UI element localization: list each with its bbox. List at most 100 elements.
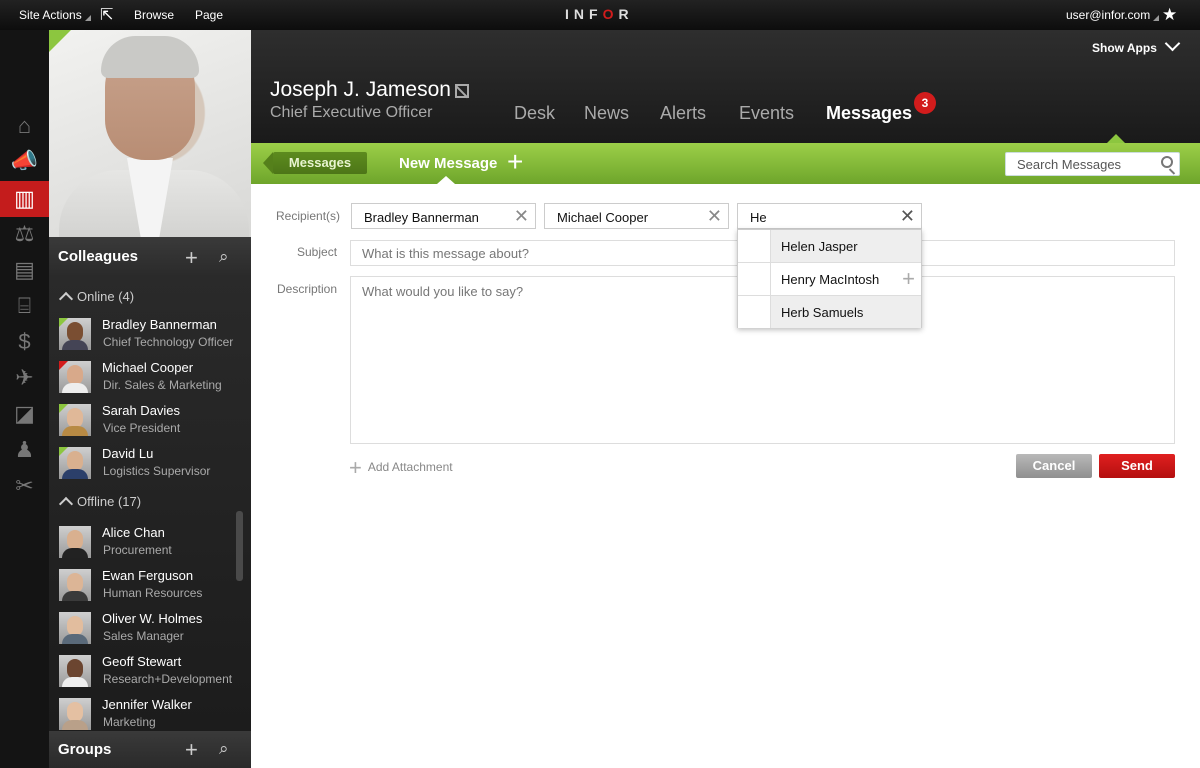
status-online-indicator — [59, 318, 68, 327]
colleague-title: Logistics Supervisor — [103, 464, 211, 478]
logo-text-in: IN — [565, 6, 589, 22]
option-checkbox[interactable] — [738, 230, 771, 262]
autocomplete-option[interactable]: Herb Samuels — [738, 296, 921, 329]
profile-photo[interactable] — [49, 30, 251, 237]
favorites-star-icon[interactable]: ★ — [1162, 5, 1177, 25]
avatar-face — [67, 408, 83, 428]
clear-input-close-icon[interactable]: ✕ — [900, 206, 915, 227]
search-colleagues-icon[interactable]: ⌕ — [219, 247, 229, 267]
add-colleague-plus-icon[interactable]: + — [185, 245, 198, 271]
people-icon[interactable]: ♟ — [0, 432, 49, 468]
description-placeholder: What would you like to say? — [362, 284, 524, 299]
browse-link[interactable]: Browse — [134, 8, 174, 22]
autocomplete-option[interactable]: Helen Jasper — [738, 230, 921, 263]
colleague-title: Dir. Sales & Marketing — [103, 378, 222, 392]
avatar-face — [67, 365, 83, 385]
add-recipient-plus-icon[interactable]: + — [902, 266, 915, 292]
status-online-indicator — [59, 447, 68, 456]
logo-text-o: O — [602, 6, 619, 22]
home-icon[interactable]: ⌂ — [0, 108, 49, 144]
colleague-item[interactable]: Ewan Ferguson Human Resources — [49, 565, 251, 608]
tab-alerts[interactable]: Alerts — [660, 103, 706, 124]
colleagues-header: Colleagues + ⌕ — [49, 237, 251, 277]
remove-recipient-close-icon[interactable]: ✕ — [514, 206, 529, 227]
recipient-input[interactable]: He ✕ — [737, 203, 922, 229]
page-link[interactable]: Page — [195, 8, 223, 22]
user-email: user@infor.com — [1066, 8, 1151, 22]
building-icon[interactable]: ▥ — [0, 181, 49, 217]
avatar-body — [62, 591, 88, 601]
add-group-plus-icon[interactable]: + — [185, 737, 198, 763]
option-label: Herb Samuels — [771, 296, 921, 328]
airplane-icon[interactable]: ✈ — [0, 360, 49, 396]
offline-section-toggle[interactable]: Offline (17) — [58, 494, 141, 512]
edit-profile-icon[interactable] — [455, 84, 469, 98]
groups-title: Groups — [58, 741, 112, 758]
colleague-name: Oliver W. Holmes — [102, 611, 203, 626]
tab-events[interactable]: Events — [739, 103, 794, 124]
tools-icon[interactable]: ✂ — [0, 468, 49, 504]
add-attachment-label: Add Attachment — [367, 460, 453, 474]
avatar-body — [62, 548, 88, 558]
new-message-label[interactable]: New Message — [399, 155, 497, 172]
avatar-face — [67, 573, 83, 593]
colleague-title: Human Resources — [103, 586, 203, 600]
chart-icon[interactable]: ◪ — [0, 396, 49, 432]
colleague-item[interactable]: Geoff Stewart Research+Development — [49, 651, 251, 694]
active-subtab-pointer — [437, 176, 455, 184]
recipient-chip: Michael Cooper ✕ — [544, 203, 729, 229]
online-section-toggle[interactable]: Online (4) — [58, 289, 134, 307]
colleagues-scrollbar[interactable] — [236, 511, 243, 581]
colleague-item[interactable]: Oliver W. Holmes Sales Manager — [49, 608, 251, 651]
dollar-icon[interactable]: $ — [0, 324, 49, 360]
colleague-name: Sarah Davies — [102, 403, 181, 418]
cancel-button[interactable]: Cancel — [1016, 454, 1092, 478]
autocomplete-option[interactable]: Henry MacIntosh + — [738, 263, 921, 296]
colleague-title: Research+Development — [103, 672, 233, 686]
avatar-face — [67, 659, 83, 679]
new-message-plus-icon[interactable]: + — [507, 148, 523, 176]
colleague-item[interactable]: Michael Cooper Dir. Sales & Marketing — [49, 357, 251, 400]
infor-logo: INFOR — [565, 6, 634, 22]
back-to-messages-button[interactable]: Messages — [263, 152, 367, 174]
colleague-name: Michael Cooper — [102, 360, 194, 375]
search-groups-icon[interactable]: ⌕ — [219, 739, 229, 759]
search-messages-input[interactable]: Search Messages — [1005, 152, 1180, 176]
avatar-body — [62, 426, 88, 436]
option-checkbox[interactable] — [738, 296, 771, 328]
show-apps-button[interactable]: Show Apps — [1092, 35, 1181, 55]
groups-header: Groups + ⌕ — [49, 731, 251, 768]
user-menu[interactable]: user@infor.com — [1066, 8, 1160, 22]
add-attachment-button[interactable]: + Add Attachment — [349, 455, 453, 481]
colleague-item[interactable]: David Lu Logistics Supervisor — [49, 443, 251, 486]
megaphone-icon[interactable]: 📣 — [0, 143, 49, 179]
colleague-title: Vice President — [103, 421, 181, 435]
remove-recipient-close-icon[interactable]: ✕ — [707, 206, 722, 227]
recipient-chip: Bradley Bannerman ✕ — [351, 203, 536, 229]
add-attachment-plus-icon: + — [349, 455, 362, 480]
tab-desk[interactable]: Desk — [514, 103, 555, 124]
scales-icon[interactable]: ⚖ — [0, 216, 49, 252]
recipient-name: Bradley Bannerman — [364, 210, 479, 225]
clipboard-icon[interactable]: ▤ — [0, 252, 49, 288]
colleague-item[interactable]: Bradley Bannerman Chief Technology Offic… — [49, 314, 251, 357]
colleague-item[interactable]: Sarah Davies Vice President — [49, 400, 251, 443]
search-messages-placeholder: Search Messages — [1017, 157, 1122, 172]
tab-messages[interactable]: Messages — [826, 103, 912, 124]
chevron-up-icon — [58, 496, 74, 512]
avatar — [59, 612, 91, 644]
colleague-item[interactable]: Jennifer Walker Marketing — [49, 694, 251, 731]
site-actions-menu[interactable]: Site Actions — [19, 8, 91, 22]
colleague-item[interactable]: Alice Chan Procurement — [49, 522, 251, 565]
option-checkbox[interactable] — [738, 263, 771, 295]
colleagues-panel: Colleagues + ⌕ Online (4) Bradley Banner… — [49, 237, 251, 731]
avatar-face — [67, 530, 83, 550]
avatar-body — [62, 720, 88, 730]
colleague-title: Sales Manager — [103, 629, 184, 643]
profile-name: Joseph J. Jameson — [270, 78, 451, 101]
bank-icon[interactable]: ⌸ — [0, 288, 49, 324]
share-icon[interactable]: ⇱ — [100, 5, 113, 25]
send-button[interactable]: Send — [1099, 454, 1175, 478]
search-icon[interactable] — [1161, 156, 1173, 168]
tab-news[interactable]: News — [584, 103, 629, 124]
